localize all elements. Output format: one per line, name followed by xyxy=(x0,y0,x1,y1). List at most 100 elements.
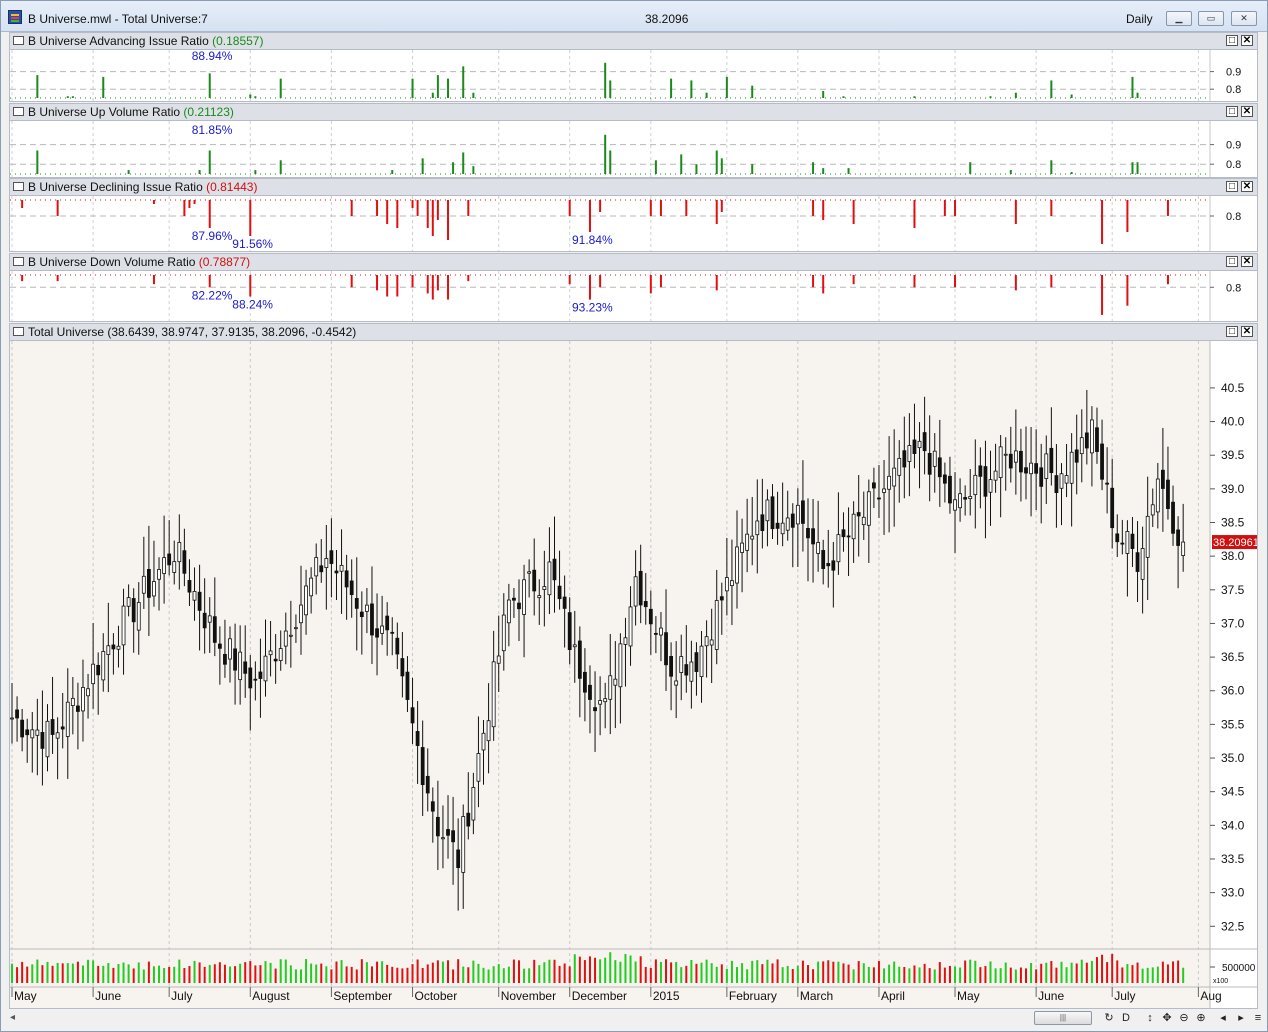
candle-body xyxy=(1054,475,1059,494)
zoom-out-icon[interactable]: ⊖ xyxy=(1177,1011,1191,1025)
close-pane-button[interactable]: ✕ xyxy=(1241,106,1253,117)
axis-background xyxy=(1210,341,1257,1008)
candle-body xyxy=(410,707,415,724)
candle-body xyxy=(577,640,582,679)
candle-body xyxy=(146,569,151,598)
candle-body xyxy=(927,452,932,475)
candle-body xyxy=(329,550,334,564)
pane-menu-icon[interactable] xyxy=(13,107,24,116)
candle-body xyxy=(86,688,90,697)
maximize-pane-button[interactable]: □ xyxy=(1226,181,1238,192)
down-volume-ratio-chart: 0.8 82.22%88.24% 93.23% xyxy=(10,271,1241,321)
menu-icon[interactable]: ≡ xyxy=(1251,1011,1265,1025)
candle-body xyxy=(50,719,55,735)
candle-body xyxy=(1008,453,1013,469)
minimize-button[interactable]: ▁ xyxy=(1166,11,1192,26)
horizontal-scrollbar[interactable]: ||| xyxy=(1034,1011,1092,1025)
annotation-label: 82.22% xyxy=(192,288,233,302)
close-button[interactable]: ✕ xyxy=(1231,11,1257,26)
candle-body xyxy=(400,658,405,677)
candle-body xyxy=(96,664,101,676)
refresh-icon[interactable]: ↻ xyxy=(1102,1011,1116,1025)
candle-body xyxy=(141,575,146,594)
maximize-pane-button[interactable]: □ xyxy=(1226,326,1238,337)
candle-body xyxy=(263,655,268,682)
pane-declining-issue-ratio: B Universe Declining Issue Ratio (0.8144… xyxy=(9,178,1258,252)
candle-body xyxy=(91,663,96,685)
pane-menu-icon[interactable] xyxy=(13,182,24,191)
candle-body xyxy=(101,651,106,681)
candle-body xyxy=(694,652,699,672)
candle-body xyxy=(1166,479,1170,509)
annotation-label: 87.96% xyxy=(192,229,233,243)
scroll-back-icon[interactable]: ◂ xyxy=(1216,1011,1230,1025)
advancing-ratio-chart: 0.9 0.8 88.94% xyxy=(10,50,1241,101)
x-tick-label: June xyxy=(1038,989,1064,1003)
pane-menu-icon[interactable] xyxy=(13,257,24,266)
period-label[interactable]: Daily xyxy=(1126,12,1153,26)
candle-body xyxy=(963,497,968,500)
x-tick-label: October xyxy=(415,989,458,1003)
candle-body xyxy=(359,611,364,618)
candle-body xyxy=(816,542,821,554)
candle-body xyxy=(278,648,283,661)
candle-body xyxy=(233,648,237,671)
candle-body xyxy=(248,667,253,689)
up-volume-ratio-chart: 0.9 0.8 81.85% xyxy=(10,121,1241,177)
candle-body xyxy=(288,634,293,637)
y-tick-label: 35.0 xyxy=(1221,751,1245,765)
candle-body xyxy=(512,597,516,601)
candle-body xyxy=(207,615,212,623)
pane-menu-icon[interactable] xyxy=(13,327,24,336)
candle-body xyxy=(831,560,836,571)
candle-body xyxy=(917,440,922,449)
title-bar: B Universe.mwl - Total Universe:7 38.209… xyxy=(1,1,1267,32)
candle-body xyxy=(1100,443,1104,480)
close-pane-button[interactable]: ✕ xyxy=(1241,326,1253,337)
y-tick-label: 36.5 xyxy=(1221,650,1245,664)
candle-body xyxy=(456,849,461,869)
zoom-in-icon[interactable]: ⊕ xyxy=(1194,1011,1208,1025)
maximize-pane-button[interactable]: □ xyxy=(1226,35,1238,46)
candle-body xyxy=(1160,469,1165,489)
move-all-icon[interactable]: ✥ xyxy=(1160,1011,1174,1025)
move-up-down-icon[interactable]: ↕ xyxy=(1143,1011,1157,1025)
annotation-label: 91.84% xyxy=(572,233,613,247)
scroll-left-icon[interactable]: ◂ xyxy=(10,1012,15,1023)
pane-title: B Universe Up Volume Ratio xyxy=(28,105,181,119)
candle-body xyxy=(466,812,471,827)
close-pane-button[interactable]: ✕ xyxy=(1241,35,1253,46)
candle-body xyxy=(20,719,25,738)
pane-menu-icon[interactable] xyxy=(13,36,24,45)
close-pane-button[interactable]: ✕ xyxy=(1241,181,1253,192)
candle-body xyxy=(780,522,785,535)
maximize-pane-button[interactable]: □ xyxy=(1226,106,1238,117)
candle-body xyxy=(907,445,912,462)
candle-body xyxy=(405,671,410,700)
pane-total-universe: Total Universe (38.6439, 38.9747, 37.913… xyxy=(9,323,1258,1009)
candle-body xyxy=(253,678,258,681)
candle-body xyxy=(501,614,506,652)
candle-body xyxy=(314,557,319,577)
y-tick-label: 36.0 xyxy=(1221,684,1245,698)
candle-body xyxy=(65,701,70,737)
candle-body xyxy=(461,816,466,873)
pane-up-volume-ratio: B Universe Up Volume Ratio (0.21123) □ ✕… xyxy=(9,103,1258,178)
price-chart[interactable]: May June July August September October Novembe… xyxy=(10,341,1257,1008)
maximize-pane-button[interactable]: □ xyxy=(1226,256,1238,267)
candle-body xyxy=(1084,432,1089,449)
scroll-forward-icon[interactable]: ▸ xyxy=(1234,1011,1248,1025)
candle-body xyxy=(562,596,567,609)
d-button[interactable]: D xyxy=(1119,1011,1133,1025)
restore-button[interactable]: ▭ xyxy=(1198,11,1224,26)
candle-body xyxy=(988,479,993,493)
close-pane-button[interactable]: ✕ xyxy=(1241,256,1253,267)
last-value-label: 38.20961 xyxy=(1213,537,1257,549)
candle-body xyxy=(937,457,942,478)
candle-body xyxy=(785,517,790,531)
y-tick-label: 0.8 xyxy=(1226,84,1241,96)
candle-body xyxy=(334,570,339,574)
candle-body xyxy=(430,801,435,812)
candle-body xyxy=(669,655,673,677)
candle-body xyxy=(126,597,131,607)
